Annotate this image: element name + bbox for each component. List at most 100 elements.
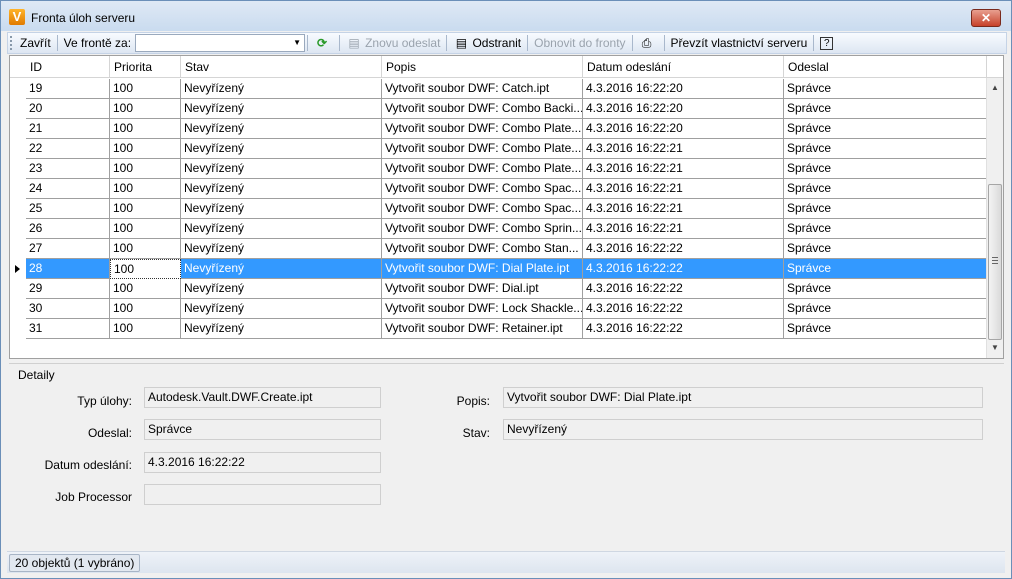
- cell-id[interactable]: 30: [26, 299, 110, 319]
- cell-submitter[interactable]: Správce: [784, 119, 987, 139]
- refresh-button[interactable]: ⟳: [310, 33, 337, 53]
- cell-id[interactable]: 28: [26, 259, 110, 279]
- remove-button[interactable]: ▤ Odstranit: [449, 33, 525, 53]
- print-button[interactable]: ⎙: [635, 33, 662, 53]
- cell-description[interactable]: Vytvořit soubor DWF: Lock Shackle...: [382, 299, 583, 319]
- table-row[interactable]: 19 100 Nevyřízený Vytvořit soubor DWF: Catc…: [10, 79, 987, 99]
- cell-priority[interactable]: 100: [110, 159, 181, 179]
- cell-description[interactable]: Vytvořit soubor DWF: Combo Plate...: [382, 159, 583, 179]
- cell-date[interactable]: 4.3.2016 16:22:22: [583, 319, 784, 339]
- table-row[interactable]: 27 100 Nevyřízený Vytvořit soubor DWF: Comb…: [10, 239, 987, 259]
- column-header-status[interactable]: Stav: [181, 56, 382, 78]
- table-row[interactable]: 25 100 Nevyřízený Vytvořit soubor DWF: Comb…: [10, 199, 987, 219]
- table-row[interactable]: 30 100 Nevyřízený Vytvořit soubor DWF: Lock…: [10, 299, 987, 319]
- cell-status[interactable]: Nevyřízený: [181, 119, 382, 139]
- vertical-scrollbar[interactable]: ▲ ▼: [986, 78, 1003, 358]
- cell-submitter[interactable]: Správce: [784, 159, 987, 179]
- cell-description[interactable]: Vytvořit soubor DWF: Dial.ipt: [382, 279, 583, 299]
- cell-status[interactable]: Nevyřízený: [181, 179, 382, 199]
- cell-date[interactable]: 4.3.2016 16:22:22: [583, 279, 784, 299]
- cell-priority[interactable]: 100: [110, 239, 181, 259]
- cell-submitter[interactable]: Správce: [784, 259, 987, 279]
- cell-description[interactable]: Vytvořit soubor DWF: Combo Spac...: [382, 199, 583, 219]
- resubmit-button[interactable]: ▤ Znovu odeslat: [342, 33, 444, 53]
- cell-status[interactable]: Nevyřízený: [181, 159, 382, 179]
- cell-priority[interactable]: 100: [110, 279, 181, 299]
- cell-id[interactable]: 22: [26, 139, 110, 159]
- cell-date[interactable]: 4.3.2016 16:22:22: [583, 299, 784, 319]
- table-row[interactable]: 31 100 Nevyřízený Vytvořit soubor DWF: Reta…: [10, 319, 987, 339]
- column-header-date[interactable]: Datum odeslání: [583, 56, 784, 78]
- table-row[interactable]: 20 100 Nevyřízený Vytvořit soubor DWF: Comb…: [10, 99, 987, 119]
- cell-status[interactable]: Nevyřízený: [181, 259, 382, 279]
- table-row[interactable]: 23 100 Nevyřízený Vytvořit soubor DWF: Comb…: [10, 159, 987, 179]
- table-row[interactable]: 28 100 Nevyřízený Vytvořit soubor DWF: Dial…: [10, 259, 987, 279]
- cell-submitter[interactable]: Správce: [784, 219, 987, 239]
- table-row[interactable]: 24 100 Nevyřízený Vytvořit soubor DWF: Comb…: [10, 179, 987, 199]
- job-queue-grid[interactable]: ID Priorita Stav Popis Datum odeslání Od…: [9, 55, 1004, 359]
- cell-submitter[interactable]: Správce: [784, 79, 987, 99]
- chevron-down-icon[interactable]: ▼: [290, 35, 304, 51]
- cell-description[interactable]: Vytvořit soubor DWF: Catch.ipt: [382, 79, 583, 99]
- title-bar[interactable]: V Fronta úloh serveru ✕: [1, 1, 1011, 31]
- cell-date[interactable]: 4.3.2016 16:22:21: [583, 159, 784, 179]
- cell-submitter[interactable]: Správce: [784, 179, 987, 199]
- cell-status[interactable]: Nevyřízený: [181, 239, 382, 259]
- cell-status[interactable]: Nevyřízený: [181, 279, 382, 299]
- cell-id[interactable]: 25: [26, 199, 110, 219]
- cell-date[interactable]: 4.3.2016 16:22:21: [583, 199, 784, 219]
- cell-submitter[interactable]: Správce: [784, 299, 987, 319]
- cell-date[interactable]: 4.3.2016 16:22:21: [583, 139, 784, 159]
- cell-description[interactable]: Vytvořit soubor DWF: Combo Sprin...: [382, 219, 583, 239]
- cell-description[interactable]: Vytvořit soubor DWF: Combo Spac...: [382, 179, 583, 199]
- cell-submitter[interactable]: Správce: [784, 199, 987, 219]
- close-window-button[interactable]: ✕: [971, 9, 1001, 27]
- cell-description[interactable]: Vytvořit soubor DWF: Retainer.ipt: [382, 319, 583, 339]
- cell-priority[interactable]: 100: [110, 259, 181, 279]
- column-header-submitter[interactable]: Odeslal: [784, 56, 987, 78]
- cell-priority[interactable]: 100: [110, 179, 181, 199]
- cell-id[interactable]: 21: [26, 119, 110, 139]
- cell-status[interactable]: Nevyřízený: [181, 79, 382, 99]
- column-header-description[interactable]: Popis: [382, 56, 583, 78]
- cell-submitter[interactable]: Správce: [784, 99, 987, 119]
- cell-description[interactable]: Vytvořit soubor DWF: Combo Plate...: [382, 119, 583, 139]
- cell-status[interactable]: Nevyřízený: [181, 99, 382, 119]
- cell-date[interactable]: 4.3.2016 16:22:20: [583, 99, 784, 119]
- cell-status[interactable]: Nevyřízený: [181, 219, 382, 239]
- cell-priority[interactable]: 100: [110, 219, 181, 239]
- cell-description[interactable]: Vytvořit soubor DWF: Combo Backi...: [382, 99, 583, 119]
- close-button[interactable]: Zavřít: [16, 33, 55, 53]
- cell-priority[interactable]: 100: [110, 319, 181, 339]
- scrollbar-thumb[interactable]: [988, 184, 1002, 340]
- table-row[interactable]: 29 100 Nevyřízený Vytvořit soubor DWF: Dial…: [10, 279, 987, 299]
- cell-description[interactable]: Vytvořit soubor DWF: Combo Plate...: [382, 139, 583, 159]
- cell-submitter[interactable]: Správce: [784, 279, 987, 299]
- cell-status[interactable]: Nevyřízený: [181, 199, 382, 219]
- cell-id[interactable]: 20: [26, 99, 110, 119]
- cell-description[interactable]: Vytvořit soubor DWF: Combo Stan...: [382, 239, 583, 259]
- cell-id[interactable]: 24: [26, 179, 110, 199]
- cell-id[interactable]: 31: [26, 319, 110, 339]
- cell-priority[interactable]: 100: [110, 139, 181, 159]
- column-header-priority[interactable]: Priorita: [110, 56, 181, 78]
- cell-id[interactable]: 19: [26, 79, 110, 99]
- cell-submitter[interactable]: Správce: [784, 319, 987, 339]
- scroll-up-icon[interactable]: ▲: [987, 80, 1003, 96]
- cell-status[interactable]: Nevyřízený: [181, 319, 382, 339]
- cell-date[interactable]: 4.3.2016 16:22:22: [583, 259, 784, 279]
- column-header-id[interactable]: ID: [26, 56, 110, 78]
- table-row[interactable]: 22 100 Nevyřízený Vytvořit soubor DWF: Comb…: [10, 139, 987, 159]
- cell-submitter[interactable]: Správce: [784, 239, 987, 259]
- cell-id[interactable]: 26: [26, 219, 110, 239]
- take-ownership-button[interactable]: Převzít vlastnictví serveru: [667, 33, 812, 53]
- restore-to-queue-button[interactable]: Obnovit do fronty: [530, 33, 629, 53]
- cell-priority[interactable]: 100: [110, 119, 181, 139]
- cell-id[interactable]: 29: [26, 279, 110, 299]
- table-row[interactable]: 21 100 Nevyřízený Vytvořit soubor DWF: Comb…: [10, 119, 987, 139]
- cell-date[interactable]: 4.3.2016 16:22:20: [583, 79, 784, 99]
- cell-priority[interactable]: 100: [110, 199, 181, 219]
- cell-status[interactable]: Nevyřízený: [181, 299, 382, 319]
- cell-date[interactable]: 4.3.2016 16:22:20: [583, 119, 784, 139]
- scroll-down-icon[interactable]: ▼: [987, 340, 1003, 356]
